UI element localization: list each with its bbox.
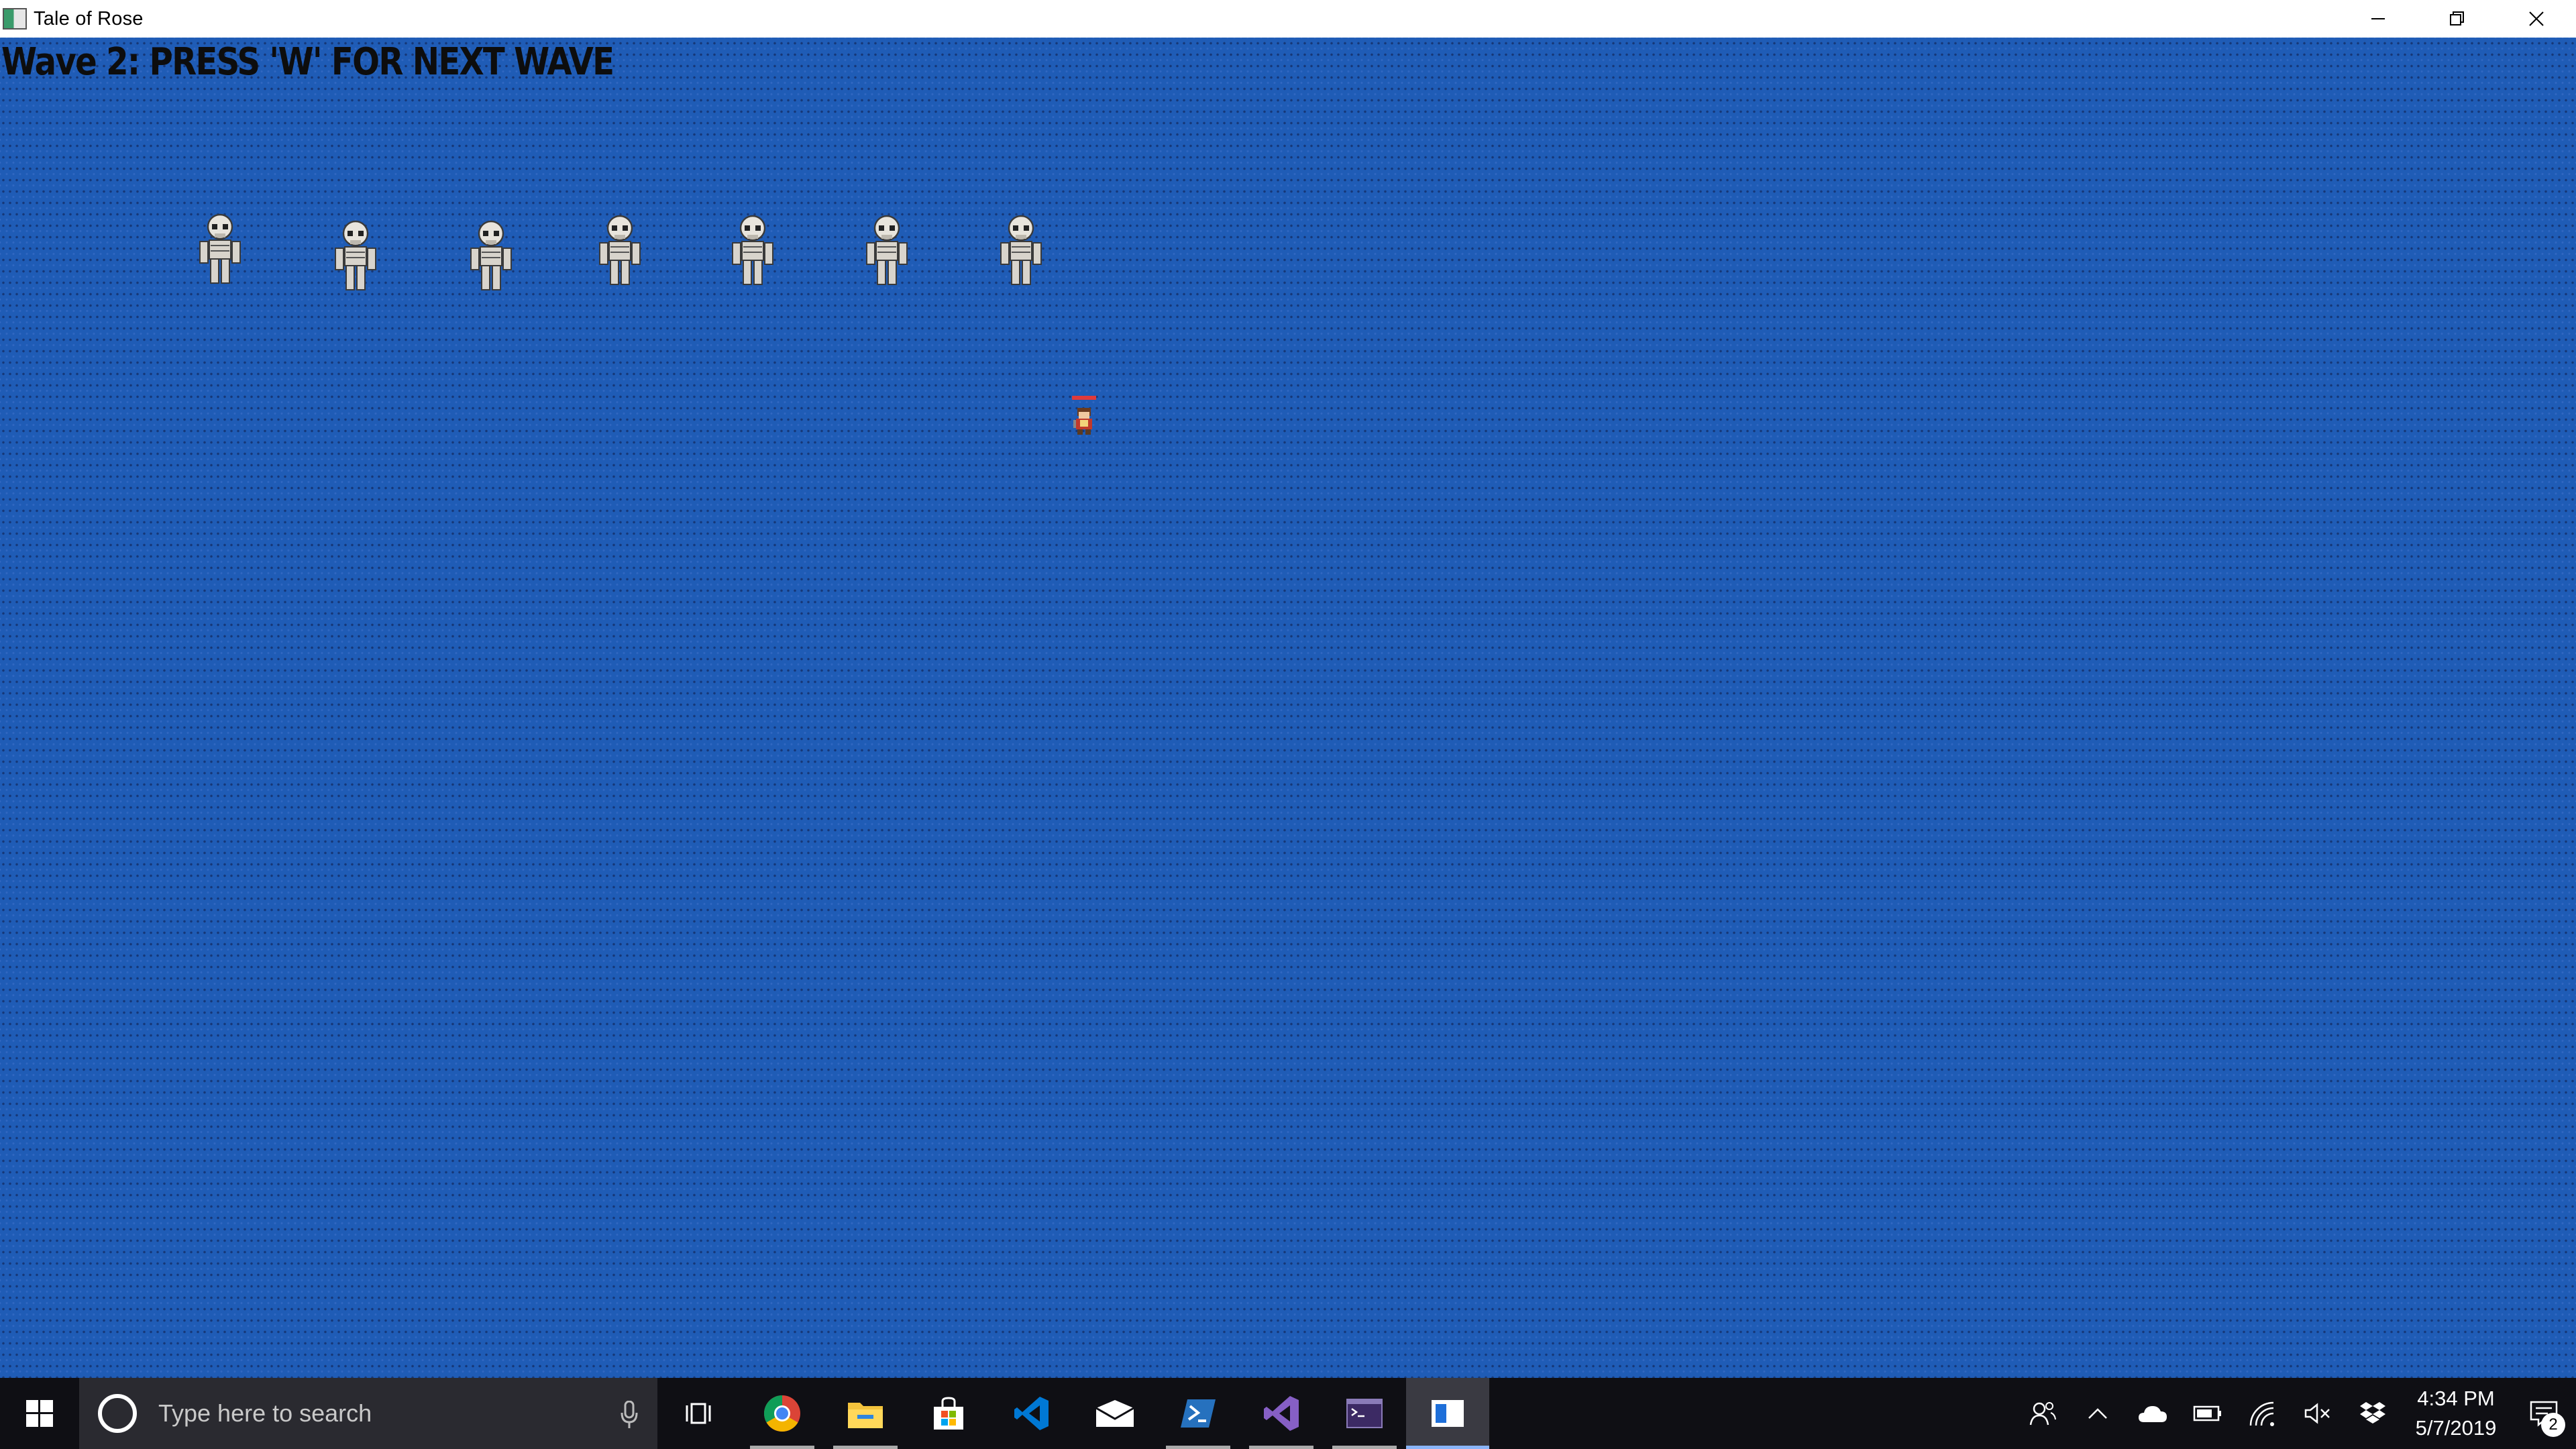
search-placeholder: Type here to search xyxy=(158,1399,372,1427)
tale-of-rose-app-icon xyxy=(1432,1400,1464,1427)
start-button[interactable] xyxy=(0,1378,79,1449)
chrome-icon xyxy=(763,1395,800,1432)
taskbar-app-terminal[interactable] xyxy=(1323,1378,1406,1449)
title-bar: Tale of Rose xyxy=(0,0,2576,38)
visual-studio-icon xyxy=(1264,1396,1299,1431)
volume-button[interactable] xyxy=(2290,1378,2345,1449)
taskbar-search-box[interactable]: Type here to search xyxy=(79,1378,657,1449)
system-tray: 4:34 PM 5/7/2019 2 xyxy=(2015,1378,2576,1449)
close-button[interactable] xyxy=(2497,0,2576,38)
player-hero-sprite[interactable] xyxy=(1071,396,1097,437)
wifi-icon xyxy=(2249,1401,2274,1426)
minimize-icon xyxy=(2371,18,2385,19)
task-view-icon xyxy=(686,1403,711,1424)
window-controls xyxy=(2339,0,2576,38)
taskbar-app-tale-of-rose[interactable] xyxy=(1406,1378,1489,1449)
skeleton-enemy[interactable] xyxy=(464,220,518,292)
volume-muted-icon xyxy=(2304,1403,2330,1424)
mail-icon xyxy=(1095,1400,1134,1427)
skeleton-enemy[interactable] xyxy=(329,220,382,292)
clock-date: 5/7/2019 xyxy=(2415,1416,2497,1440)
skeleton-enemy[interactable] xyxy=(193,213,247,286)
game-canvas[interactable]: Wave 2: PRESS 'W' FOR NEXT WAVE xyxy=(0,38,2576,1378)
dropbox-icon xyxy=(2360,1402,2385,1424)
show-hidden-icons-button[interactable] xyxy=(2070,1378,2125,1449)
action-center-button[interactable]: 2 xyxy=(2512,1378,2576,1449)
chevron-up-icon xyxy=(2088,1408,2107,1419)
taskbar-app-file-explorer[interactable] xyxy=(824,1378,907,1449)
taskbar-app-chrome[interactable] xyxy=(741,1378,824,1449)
clock-time: 4:34 PM xyxy=(2417,1387,2495,1410)
skeleton-enemy[interactable] xyxy=(593,215,647,287)
terminal-icon xyxy=(1346,1399,1383,1428)
app-window-icon xyxy=(3,8,27,30)
dropbox-button[interactable] xyxy=(2345,1378,2400,1449)
notification-count-badge: 2 xyxy=(2541,1413,2565,1437)
windows-logo-icon xyxy=(26,1400,53,1427)
skeleton-enemy[interactable] xyxy=(994,215,1048,287)
wave-status-text: Wave 2: PRESS 'W' FOR NEXT WAVE xyxy=(1,40,614,84)
close-icon xyxy=(2529,11,2544,26)
powershell-icon xyxy=(1181,1399,1216,1428)
people-button[interactable] xyxy=(2015,1378,2070,1449)
microphone-icon[interactable] xyxy=(620,1401,639,1429)
store-icon xyxy=(934,1397,963,1430)
taskbar-app-visual-studio[interactable] xyxy=(1240,1378,1323,1449)
battery-button[interactable] xyxy=(2180,1378,2235,1449)
vscode-icon xyxy=(1014,1397,1049,1430)
file-explorer-icon xyxy=(848,1403,883,1428)
taskbar-app-vscode[interactable] xyxy=(990,1378,1073,1449)
window-title: Tale of Rose xyxy=(34,7,144,30)
people-icon xyxy=(2029,1402,2056,1426)
player-health-bar xyxy=(1072,396,1096,400)
restore-button[interactable] xyxy=(2418,0,2497,38)
skeleton-enemy[interactable] xyxy=(726,215,780,287)
taskbar-app-mail[interactable] xyxy=(1073,1378,1157,1449)
cortana-icon xyxy=(98,1394,137,1433)
taskbar: Type here to search 4:34 PM 5/7/2019 2 xyxy=(0,1378,2576,1449)
restore-icon xyxy=(2450,11,2464,25)
battery-icon xyxy=(2193,1405,2221,1421)
taskbar-clock[interactable]: 4:34 PM 5/7/2019 xyxy=(2400,1378,2512,1449)
minimize-button[interactable] xyxy=(2339,0,2418,38)
task-view-button[interactable] xyxy=(657,1378,741,1449)
onedrive-button[interactable] xyxy=(2125,1378,2180,1449)
taskbar-app-store[interactable] xyxy=(907,1378,990,1449)
taskbar-app-powershell[interactable] xyxy=(1157,1378,1240,1449)
skeleton-enemy[interactable] xyxy=(860,215,914,287)
onedrive-cloud-icon xyxy=(2139,1406,2167,1422)
network-button[interactable] xyxy=(2235,1378,2290,1449)
